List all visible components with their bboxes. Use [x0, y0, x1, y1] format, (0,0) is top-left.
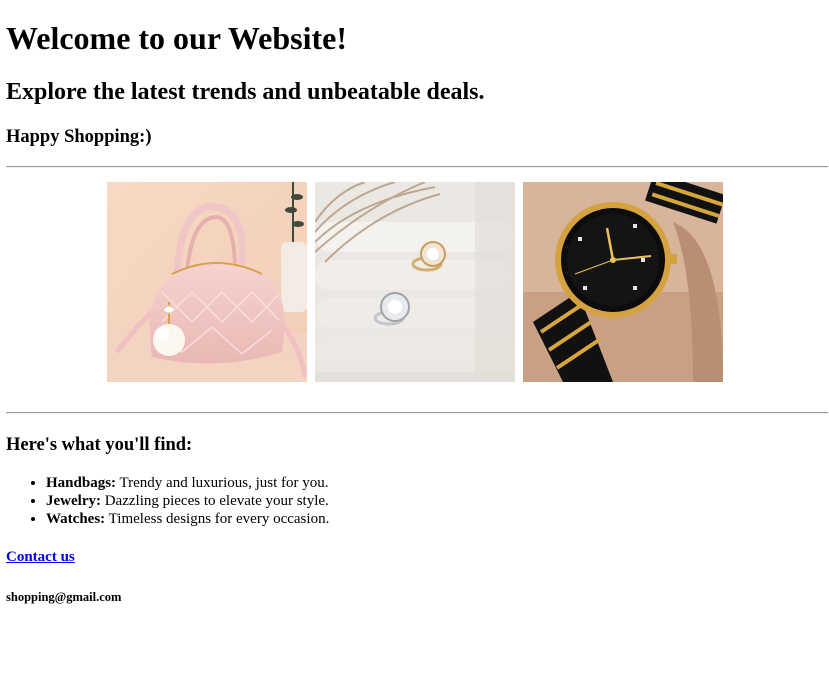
- item-text: Dazzling pieces to elevate your style.: [104, 493, 329, 509]
- top-divider: [6, 166, 828, 168]
- item-label: Jewelry:: [46, 493, 101, 509]
- handbag-image: [107, 182, 307, 382]
- watch-image: [523, 182, 723, 382]
- page-subtitle: Explore the latest trends and unbeatable…: [6, 79, 485, 105]
- item-text: Trendy and luxurious, just for you.: [119, 475, 329, 491]
- rings-image: [315, 182, 515, 382]
- list-item: Watches: Timeless designs for every occa…: [46, 510, 329, 528]
- item-label: Handbags:: [46, 475, 117, 491]
- list-item: Handbags: Trendy and luxurious, just for…: [46, 474, 329, 492]
- item-text: Timeless designs for every occasion.: [108, 511, 330, 527]
- watch-icon: [523, 182, 723, 382]
- list-item: Jewelry: Dazzling pieces to elevate your…: [46, 492, 329, 510]
- item-label: Watches:: [46, 511, 106, 527]
- bottom-divider: [6, 412, 828, 414]
- features-list: Handbags: Trendy and luxurious, just for…: [30, 474, 329, 528]
- contact-link[interactable]: Contact us: [6, 549, 75, 566]
- features-heading: Here's what you'll find:: [6, 435, 193, 455]
- handbag-icon: [107, 182, 307, 382]
- page: Welcome to our Website! Explore the late…: [0, 0, 829, 682]
- page-tagline: Happy Shopping:): [6, 127, 152, 147]
- page-title: Welcome to our Website!: [6, 20, 347, 56]
- rings-icon: [315, 182, 515, 382]
- contact-email: shopping@gmail.com: [6, 590, 122, 604]
